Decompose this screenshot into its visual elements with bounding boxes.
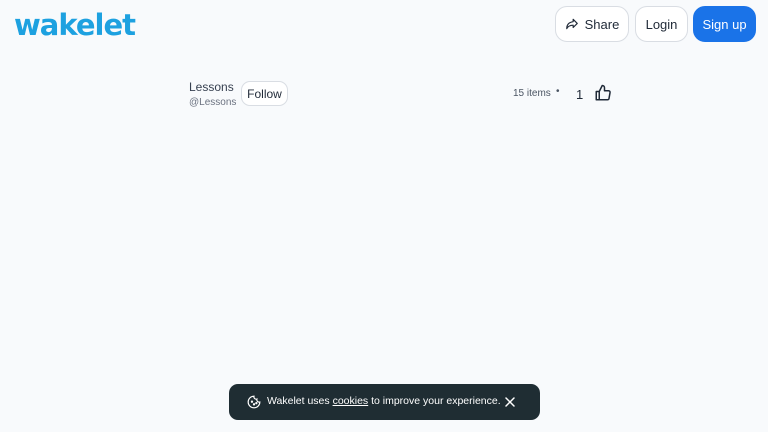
signup-label: Sign up	[702, 16, 747, 32]
wakelet-logo[interactable]: wakelet	[14, 6, 136, 44]
owner-handle: @Lessons	[189, 97, 237, 108]
close-banner-button[interactable]	[502, 394, 518, 410]
follow-button[interactable]: Follow	[241, 81, 288, 106]
like-button[interactable]	[594, 84, 612, 102]
login-label: Login	[645, 16, 678, 32]
share-label: Share	[584, 16, 620, 32]
cookie-text-after: to improve your experience.	[368, 395, 501, 407]
cookie-text-before: Wakelet uses	[267, 395, 333, 407]
share-button[interactable]: Share	[555, 6, 629, 42]
close-icon	[505, 397, 515, 407]
cookie-icon	[247, 395, 261, 409]
signup-button[interactable]: Sign up	[693, 6, 756, 42]
cookie-message: Wakelet uses cookies to improve your exp…	[267, 395, 501, 407]
share-icon	[565, 18, 578, 30]
login-button[interactable]: Login	[635, 6, 688, 42]
separator-dot: •	[556, 86, 560, 97]
items-count: 15 items	[513, 88, 551, 99]
owner-name[interactable]: Lessons	[189, 80, 234, 94]
like-count: 1	[576, 87, 584, 102]
cookies-link[interactable]: cookies	[333, 395, 369, 407]
follow-label: Follow	[247, 86, 282, 101]
cookie-banner: Wakelet uses cookies to improve your exp…	[229, 384, 540, 420]
thumbs-up-icon	[595, 84, 611, 101]
